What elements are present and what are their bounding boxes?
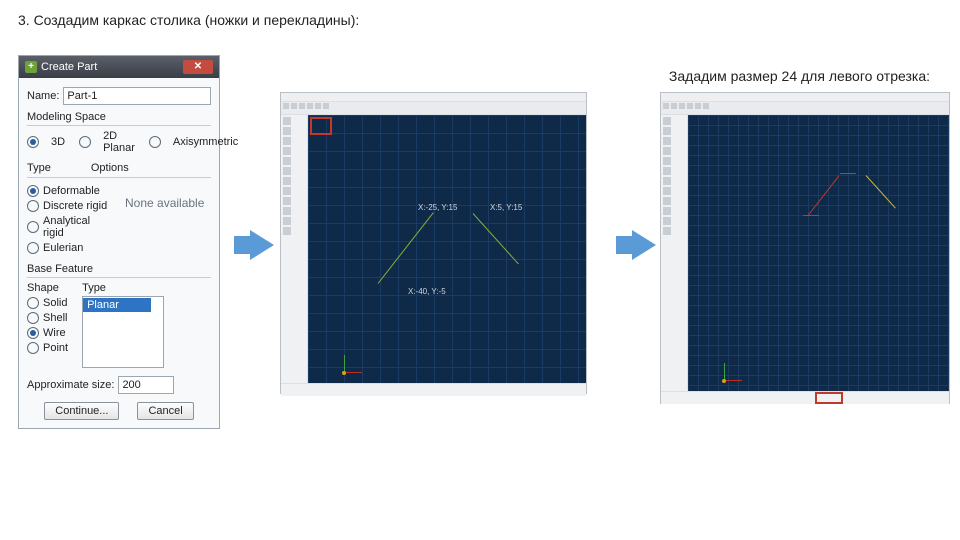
- options-label: Options: [91, 162, 129, 174]
- highlight-box: [815, 392, 843, 404]
- approx-size-field[interactable]: 200: [118, 376, 174, 394]
- point-label: X:-40, Y:-5: [408, 287, 446, 296]
- radio-deformable[interactable]: [27, 185, 39, 197]
- arrow-right-icon: [632, 230, 656, 260]
- radio-discrete[interactable]: [27, 200, 39, 212]
- name-label: Name:: [27, 90, 59, 102]
- dialog-title: Create Part: [41, 56, 97, 78]
- radio-solid-label: Solid: [43, 297, 67, 309]
- radio-axi[interactable]: [149, 136, 161, 148]
- arrow-right-icon: [250, 230, 274, 260]
- radio-eulerian[interactable]: [27, 242, 39, 254]
- vertical-toolbox: [281, 115, 308, 383]
- dialog-titlebar: + Create Part ✕: [19, 56, 219, 78]
- modeling-space-label: Modeling Space: [27, 111, 211, 123]
- sketch-canvas[interactable]: X:-25, Y:15 X:5, Y:15 X:-40, Y:-5: [308, 115, 586, 383]
- radio-2d-label: 2D Planar: [103, 130, 135, 154]
- page-title: 3. Создадим каркас столика (ножки и пере…: [18, 12, 359, 28]
- abaqus-screenshot-1: X:-25, Y:15 X:5, Y:15 X:-40, Y:-5: [280, 92, 587, 394]
- approx-size-label: Approximate size:: [27, 379, 114, 391]
- abaqus-screenshot-2: [660, 92, 950, 404]
- base-feature-label: Base Feature: [27, 263, 211, 275]
- continue-button[interactable]: Continue...: [44, 402, 119, 420]
- radio-discrete-label: Discrete rigid: [43, 200, 107, 212]
- radio-3d[interactable]: [27, 136, 39, 148]
- radio-point[interactable]: [27, 342, 39, 354]
- radio-axi-label: Axisymmetric: [173, 136, 238, 148]
- radio-shell-label: Shell: [43, 312, 67, 324]
- create-part-dialog: + Create Part ✕ Name: Part-1 Modeling Sp…: [18, 55, 220, 429]
- point-label: X:-25, Y:15: [418, 203, 457, 212]
- radio-analytical[interactable]: [27, 221, 39, 233]
- radio-analytical-label: Analytical rigid: [43, 215, 113, 239]
- cancel-button[interactable]: Cancel: [137, 402, 193, 420]
- point-label: X:5, Y:15: [490, 203, 522, 212]
- sketch-canvas[interactable]: [688, 115, 949, 391]
- radio-eulerian-label: Eulerian: [43, 242, 83, 254]
- vertical-toolbox: [661, 115, 688, 391]
- radio-2d[interactable]: [79, 136, 91, 148]
- type-listbox[interactable]: Planar: [82, 296, 164, 368]
- name-field[interactable]: Part-1: [63, 87, 211, 105]
- type-planar-item[interactable]: Planar: [83, 298, 151, 312]
- radio-wire-label: Wire: [43, 327, 66, 339]
- radio-point-label: Point: [43, 342, 68, 354]
- radio-shell[interactable]: [27, 312, 39, 324]
- shape-label: Shape: [27, 282, 68, 294]
- plus-icon: +: [25, 61, 37, 73]
- right-caption: Зададим размер 24 для левого отрезка:: [669, 68, 930, 84]
- type-label: Type: [27, 162, 51, 174]
- highlight-box: [310, 117, 332, 135]
- close-icon[interactable]: ✕: [183, 60, 213, 74]
- status-bar: [281, 383, 586, 396]
- type2-label: Type: [82, 282, 164, 294]
- status-bar: [661, 391, 949, 404]
- radio-solid[interactable]: [27, 297, 39, 309]
- radio-3d-label: 3D: [51, 136, 65, 148]
- options-none: None available: [125, 196, 204, 210]
- radio-deformable-label: Deformable: [43, 185, 100, 197]
- radio-wire[interactable]: [27, 327, 39, 339]
